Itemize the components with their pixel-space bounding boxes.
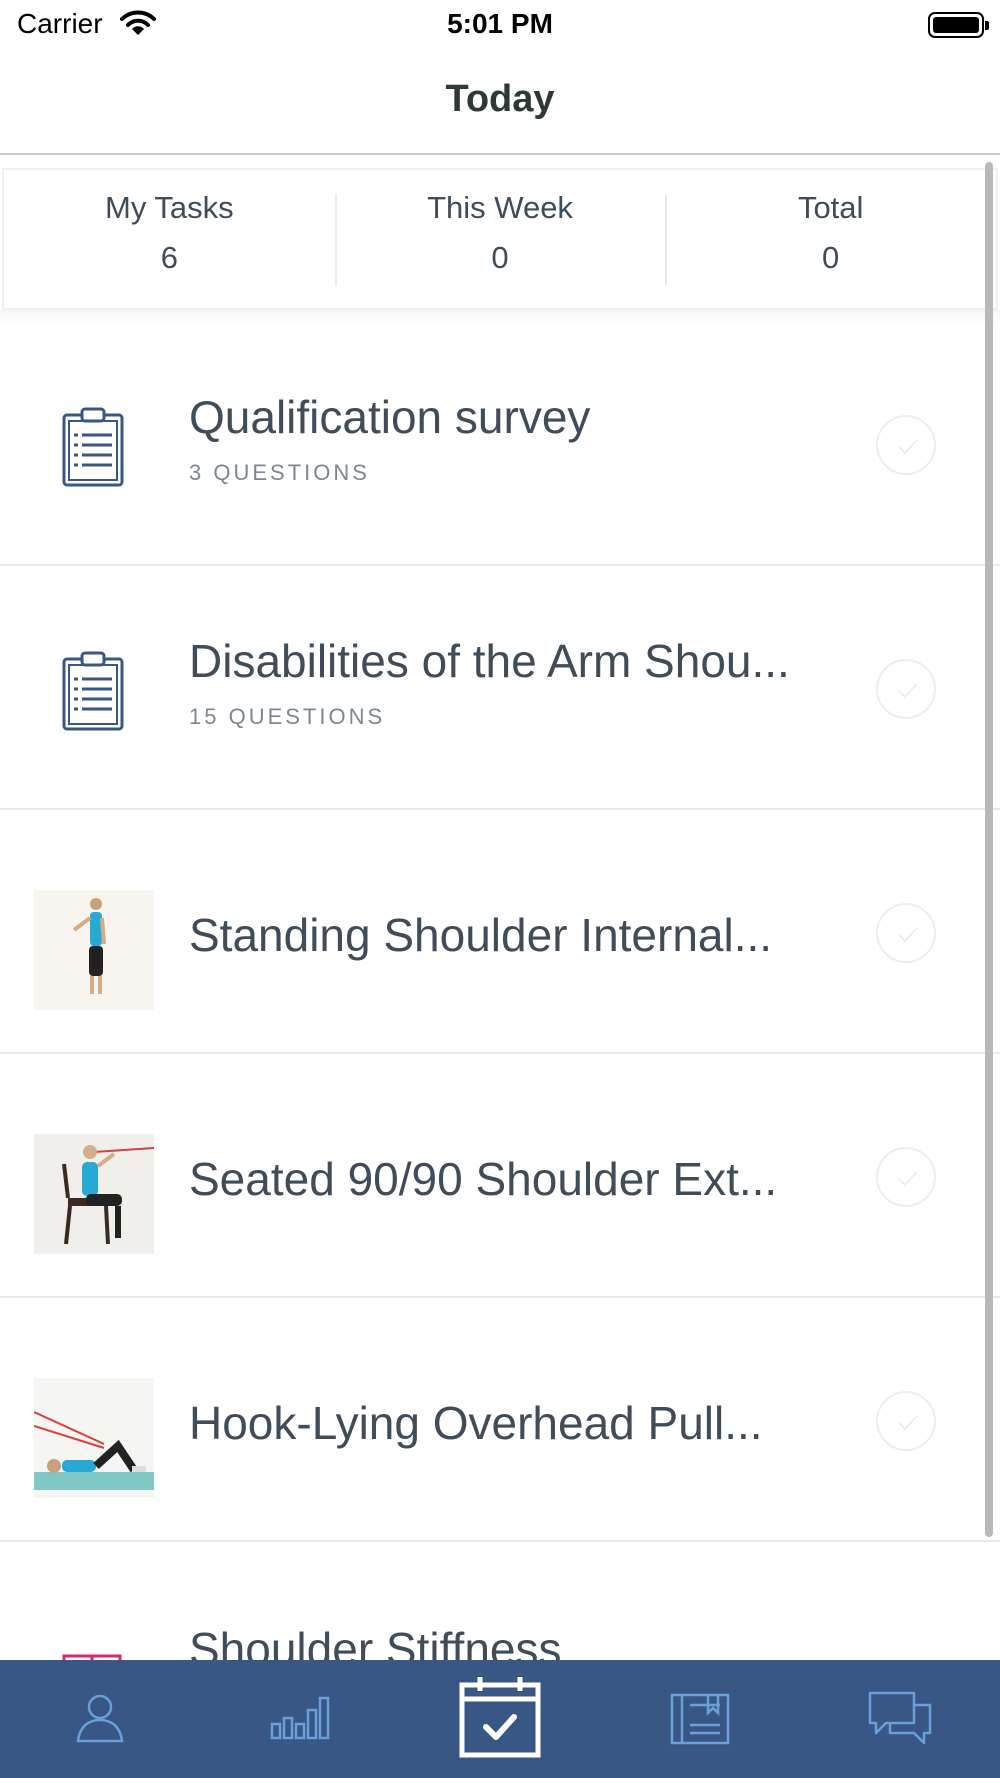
tab-messages[interactable]	[800, 1660, 1000, 1778]
task-title: Disabilities of the Arm Shou...	[189, 635, 790, 687]
progress-chart-icon	[270, 1694, 330, 1745]
clipboard-icon	[60, 651, 130, 731]
task-list[interactable]: Qualification survey 3 QUESTIONS Disabil…	[0, 322, 1000, 1698]
clock: 5:01 PM	[447, 8, 553, 39]
battery-icon	[928, 12, 989, 38]
page-title: Today	[445, 78, 555, 120]
task-row-seated-shoulder[interactable]: Seated 90/90 Shoulder Ext...	[0, 1054, 1000, 1298]
tab-today[interactable]	[400, 1660, 600, 1778]
task-title: Qualification survey	[189, 391, 591, 443]
task-row-standing-shoulder[interactable]: Standing Shoulder Internal...	[0, 810, 1000, 1054]
stats-summary: My Tasks 6 This Week 0 Total 0	[2, 168, 998, 310]
task-subtitle: 3 QUESTIONS	[189, 460, 370, 485]
messages-icon	[868, 1689, 932, 1750]
task-title: Standing Shoulder Internal...	[189, 909, 773, 961]
stat-value: 0	[822, 240, 840, 275]
task-row-disabilities-survey[interactable]: Disabilities of the Arm Shou... 15 QUEST…	[0, 566, 1000, 810]
task-row-hook-lying[interactable]: Hook-Lying Overhead Pull...	[0, 1298, 1000, 1542]
nav-divider	[0, 153, 1000, 155]
stat-total: Total 0	[665, 170, 996, 308]
stat-this-week: This Week 0	[334, 170, 666, 308]
stat-my-tasks: My Tasks 6	[4, 170, 335, 308]
tab-profile[interactable]	[0, 1660, 200, 1778]
task-title: Seated 90/90 Shoulder Ext...	[189, 1153, 778, 1205]
stat-label: My Tasks	[105, 190, 234, 225]
clipboard-icon	[60, 407, 130, 487]
checkmark-circle-icon[interactable]	[876, 415, 936, 475]
calendar-check-icon	[458, 1675, 542, 1764]
stat-label: This Week	[427, 190, 573, 225]
stat-label: Total	[797, 190, 864, 225]
task-row-qualification-survey[interactable]: Qualification survey 3 QUESTIONS	[0, 322, 1000, 566]
checkmark-circle-icon[interactable]	[876, 659, 936, 719]
exercise-thumbnail	[34, 890, 154, 1010]
exercise-thumbnail	[33, 1378, 154, 1498]
task-title: Hook-Lying Overhead Pull...	[189, 1397, 763, 1449]
exercise-thumbnail	[34, 1134, 155, 1254]
scrollbar[interactable]	[985, 162, 993, 1537]
tab-progress[interactable]	[200, 1660, 400, 1778]
stat-value: 0	[491, 240, 509, 275]
status-bar: Carrier 5:01 PM	[0, 0, 1000, 50]
task-subtitle: 15 QUESTIONS	[189, 704, 386, 729]
tab-education[interactable]	[600, 1660, 800, 1778]
checkmark-circle-icon[interactable]	[876, 1147, 936, 1207]
stat-value: 6	[160, 240, 178, 275]
checkmark-circle-icon[interactable]	[876, 903, 936, 963]
checkmark-circle-icon[interactable]	[876, 1391, 936, 1451]
profile-icon	[72, 1689, 128, 1750]
tab-bar	[0, 1660, 1000, 1778]
education-icon	[670, 1689, 730, 1750]
task-row-shoulder-stiffness[interactable]: Shoulder Stiffness	[0, 1542, 1000, 1698]
